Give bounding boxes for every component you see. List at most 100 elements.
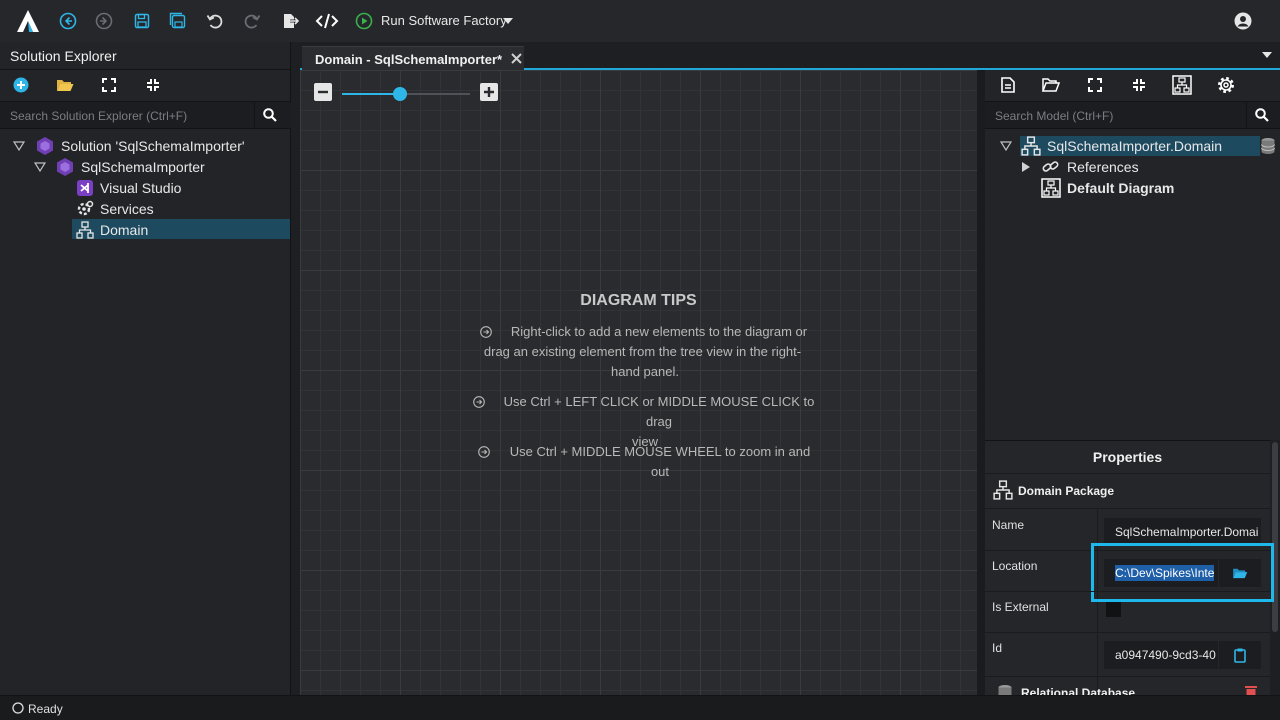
diagram-tips-title: DIAGRAM TIPS — [580, 292, 697, 309]
tree-item-project[interactable]: SqlSchemaImporter — [55, 157, 205, 177]
editor-tab-bar: Domain - SqlSchemaImporter* — [300, 42, 1280, 70]
divider — [985, 508, 1270, 509]
run-icon[interactable] — [352, 9, 376, 33]
undo-icon[interactable] — [203, 9, 227, 33]
run-software-factory-button[interactable]: Run Software Factory — [381, 13, 507, 28]
properties-section-title: Relational Database — [1021, 686, 1136, 695]
account-icon[interactable] — [1231, 9, 1255, 33]
delete-icon[interactable] — [1244, 684, 1258, 695]
splitter[interactable] — [977, 70, 985, 695]
settings-gear-icon[interactable] — [1214, 73, 1238, 97]
tree-item-label: SqlSchemaImporter — [81, 159, 205, 175]
tree-item-services[interactable]: Services — [76, 199, 154, 219]
status-text: Ready — [28, 702, 63, 716]
export-icon[interactable] — [278, 9, 302, 33]
code-icon[interactable] — [313, 9, 341, 33]
tab-overflow-dropdown-icon[interactable] — [1262, 52, 1272, 58]
copy-id-button[interactable] — [1219, 641, 1261, 669]
collapse-caret-icon[interactable] — [13, 140, 25, 152]
properties-section-title: Domain Package — [1018, 484, 1115, 498]
tip-right-click: Right-click to add a new elements to the… — [470, 322, 820, 382]
tab-label: Domain - SqlSchemaImporter* — [315, 52, 503, 67]
forward-icon[interactable] — [92, 9, 116, 33]
status-circle-icon — [12, 702, 24, 714]
property-label-location: Location — [992, 559, 1038, 573]
save-icon[interactable] — [130, 9, 154, 33]
panel-title: Solution Explorer — [10, 48, 117, 64]
name-field[interactable]: SqlSchemaImporter.Domai — [1104, 518, 1261, 546]
new-document-icon[interactable] — [996, 73, 1020, 97]
tree-item-label: SqlSchemaImporter.Domain — [1047, 138, 1223, 154]
search-input[interactable]: Search Solution Explorer (Ctrl+F) — [10, 109, 187, 123]
property-label-is-external: Is External — [992, 600, 1049, 614]
close-icon[interactable] — [511, 53, 522, 64]
tip-line: Right-click to add a new elements to the… — [510, 324, 808, 339]
zoom-in-button[interactable] — [480, 83, 498, 101]
divider — [985, 632, 1270, 633]
project-icon — [57, 158, 73, 176]
tab-domain-diagram[interactable]: Domain - SqlSchemaImporter* — [302, 46, 524, 70]
collapse-all-icon[interactable] — [141, 73, 165, 97]
collapse-caret-icon[interactable] — [34, 161, 46, 173]
back-icon[interactable] — [56, 9, 80, 33]
main-toolbar: Run Software Factory — [0, 0, 1280, 42]
tree-item-domain[interactable]: Domain — [76, 220, 148, 240]
tree-item-label: Visual Studio — [100, 180, 182, 196]
tip-line: hand panel. — [611, 364, 679, 379]
collapse-caret-icon[interactable] — [1000, 140, 1012, 152]
zoom-out-button[interactable] — [314, 83, 332, 101]
is-external-checkbox[interactable] — [1106, 602, 1121, 617]
search-icon[interactable] — [1246, 102, 1276, 128]
domain-icon — [76, 221, 94, 239]
expand-all-icon[interactable] — [97, 73, 121, 97]
tree-item-solution[interactable]: Solution 'SqlSchemaImporter' — [35, 136, 245, 156]
column-divider — [1097, 509, 1098, 695]
tip-line: Use Ctrl + LEFT CLICK or MIDDLE MOUSE CL… — [503, 394, 815, 429]
id-field[interactable]: a0947490-9cd3-40 — [1104, 641, 1218, 669]
diagram-canvas[interactable] — [300, 70, 977, 695]
domain-package-icon — [1021, 136, 1041, 156]
services-icon — [77, 200, 94, 216]
property-label-id: Id — [992, 641, 1003, 655]
clipboard-icon — [1234, 648, 1246, 663]
tip-line: Use Ctrl + MIDDLE MOUSE WHEEL to zoom in… — [509, 444, 811, 479]
visual-studio-icon — [77, 180, 93, 196]
expand-all-icon[interactable] — [1083, 73, 1107, 97]
add-icon[interactable] — [9, 73, 33, 97]
diagram-icon[interactable] — [1170, 73, 1194, 97]
tree-item-label: Solution 'SqlSchemaImporter' — [61, 138, 245, 154]
tree-item-default-diagram[interactable]: Default Diagram — [1041, 178, 1174, 198]
focus-highlight-box — [1091, 543, 1274, 602]
divider — [985, 676, 1270, 677]
open-folder-outline-icon[interactable] — [1039, 73, 1063, 97]
tree-item-label: Domain — [100, 222, 149, 238]
divider — [985, 473, 1270, 474]
expand-caret-icon[interactable] — [1021, 161, 1031, 173]
tree-item-domain-package[interactable]: SqlSchemaImporter.Domain — [1021, 136, 1222, 156]
tip-zoom: Use Ctrl + MIDDLE MOUSE WHEEL to zoom in… — [470, 442, 820, 482]
status-bar: Ready — [0, 695, 1280, 720]
solution-icon — [37, 137, 53, 155]
dropdown-icon[interactable] — [500, 9, 516, 33]
tree-item-label: Default Diagram — [1067, 180, 1175, 196]
zoom-slider-thumb[interactable] — [392, 87, 407, 101]
diagram-icon — [1041, 178, 1061, 198]
solution-search-box: Search Solution Explorer (Ctrl+F) — [0, 101, 291, 129]
tree-item-references[interactable]: References — [1041, 157, 1139, 177]
search-input[interactable]: Search Model (Ctrl+F) — [995, 109, 1113, 123]
link-icon — [1042, 161, 1059, 172]
tip-line: drag an existing element from the tree v… — [483, 344, 802, 359]
tree-item-label: Services — [100, 201, 154, 217]
redo-icon[interactable] — [240, 9, 264, 33]
zoom-slider-fill — [342, 93, 400, 95]
open-folder-icon[interactable] — [53, 73, 77, 97]
database-icon — [1260, 137, 1276, 155]
save-all-icon[interactable] — [166, 9, 190, 33]
scrollbar-thumb[interactable] — [1272, 442, 1278, 632]
logo-icon[interactable] — [15, 8, 41, 34]
domain-package-icon — [993, 480, 1013, 500]
database-icon — [997, 684, 1014, 695]
tree-item-visual-studio[interactable]: Visual Studio — [76, 178, 181, 198]
search-icon[interactable] — [254, 102, 284, 128]
collapse-all-icon[interactable] — [1127, 73, 1151, 97]
